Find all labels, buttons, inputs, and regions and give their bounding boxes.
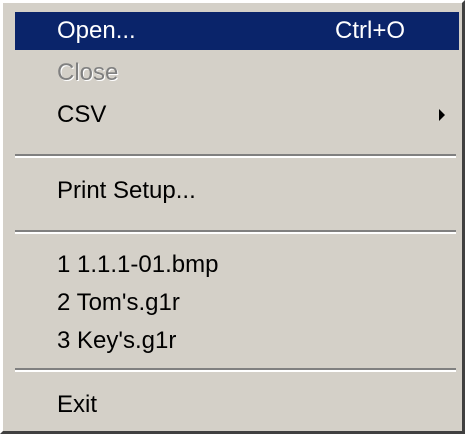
menu-item-recent-2[interactable]: 2 Tom's.g1r [15, 284, 459, 322]
menu-separator [15, 154, 456, 158]
menu-separator [15, 230, 456, 234]
menu-item-print-setup-label: Print Setup... [57, 177, 196, 204]
menu-item-csv-label: CSV [57, 101, 107, 128]
menu-item-close: Close [15, 54, 459, 92]
file-menu: Open... Ctrl+O Close CSV Print Setup... … [0, 0, 465, 434]
menu-item-recent-label: 1 1.1.1-01.bmp [57, 251, 219, 278]
menu-separator [15, 368, 456, 372]
menu-item-exit[interactable]: Exit [15, 386, 459, 424]
menu-item-close-label: Close [57, 59, 119, 86]
menu-item-open-shortcut: Ctrl+O [335, 17, 406, 44]
menu-item-open[interactable]: Open... Ctrl+O [15, 12, 459, 50]
menu-item-open-label: Open... [57, 17, 136, 44]
menu-item-recent-label: 2 Tom's.g1r [57, 289, 180, 316]
menu-item-print-setup[interactable]: Print Setup... [15, 172, 459, 210]
submenu-arrow-icon [439, 109, 445, 121]
menu-item-recent-3[interactable]: 3 Key's.g1r [15, 322, 459, 360]
menu-item-recent-1[interactable]: 1 1.1.1-01.bmp [15, 246, 459, 284]
menu-item-csv[interactable]: CSV [15, 96, 459, 134]
menu-body: Open... Ctrl+O Close CSV Print Setup... … [6, 6, 459, 428]
menu-item-recent-label: 3 Key's.g1r [57, 327, 177, 354]
menu-item-exit-label: Exit [57, 391, 98, 418]
